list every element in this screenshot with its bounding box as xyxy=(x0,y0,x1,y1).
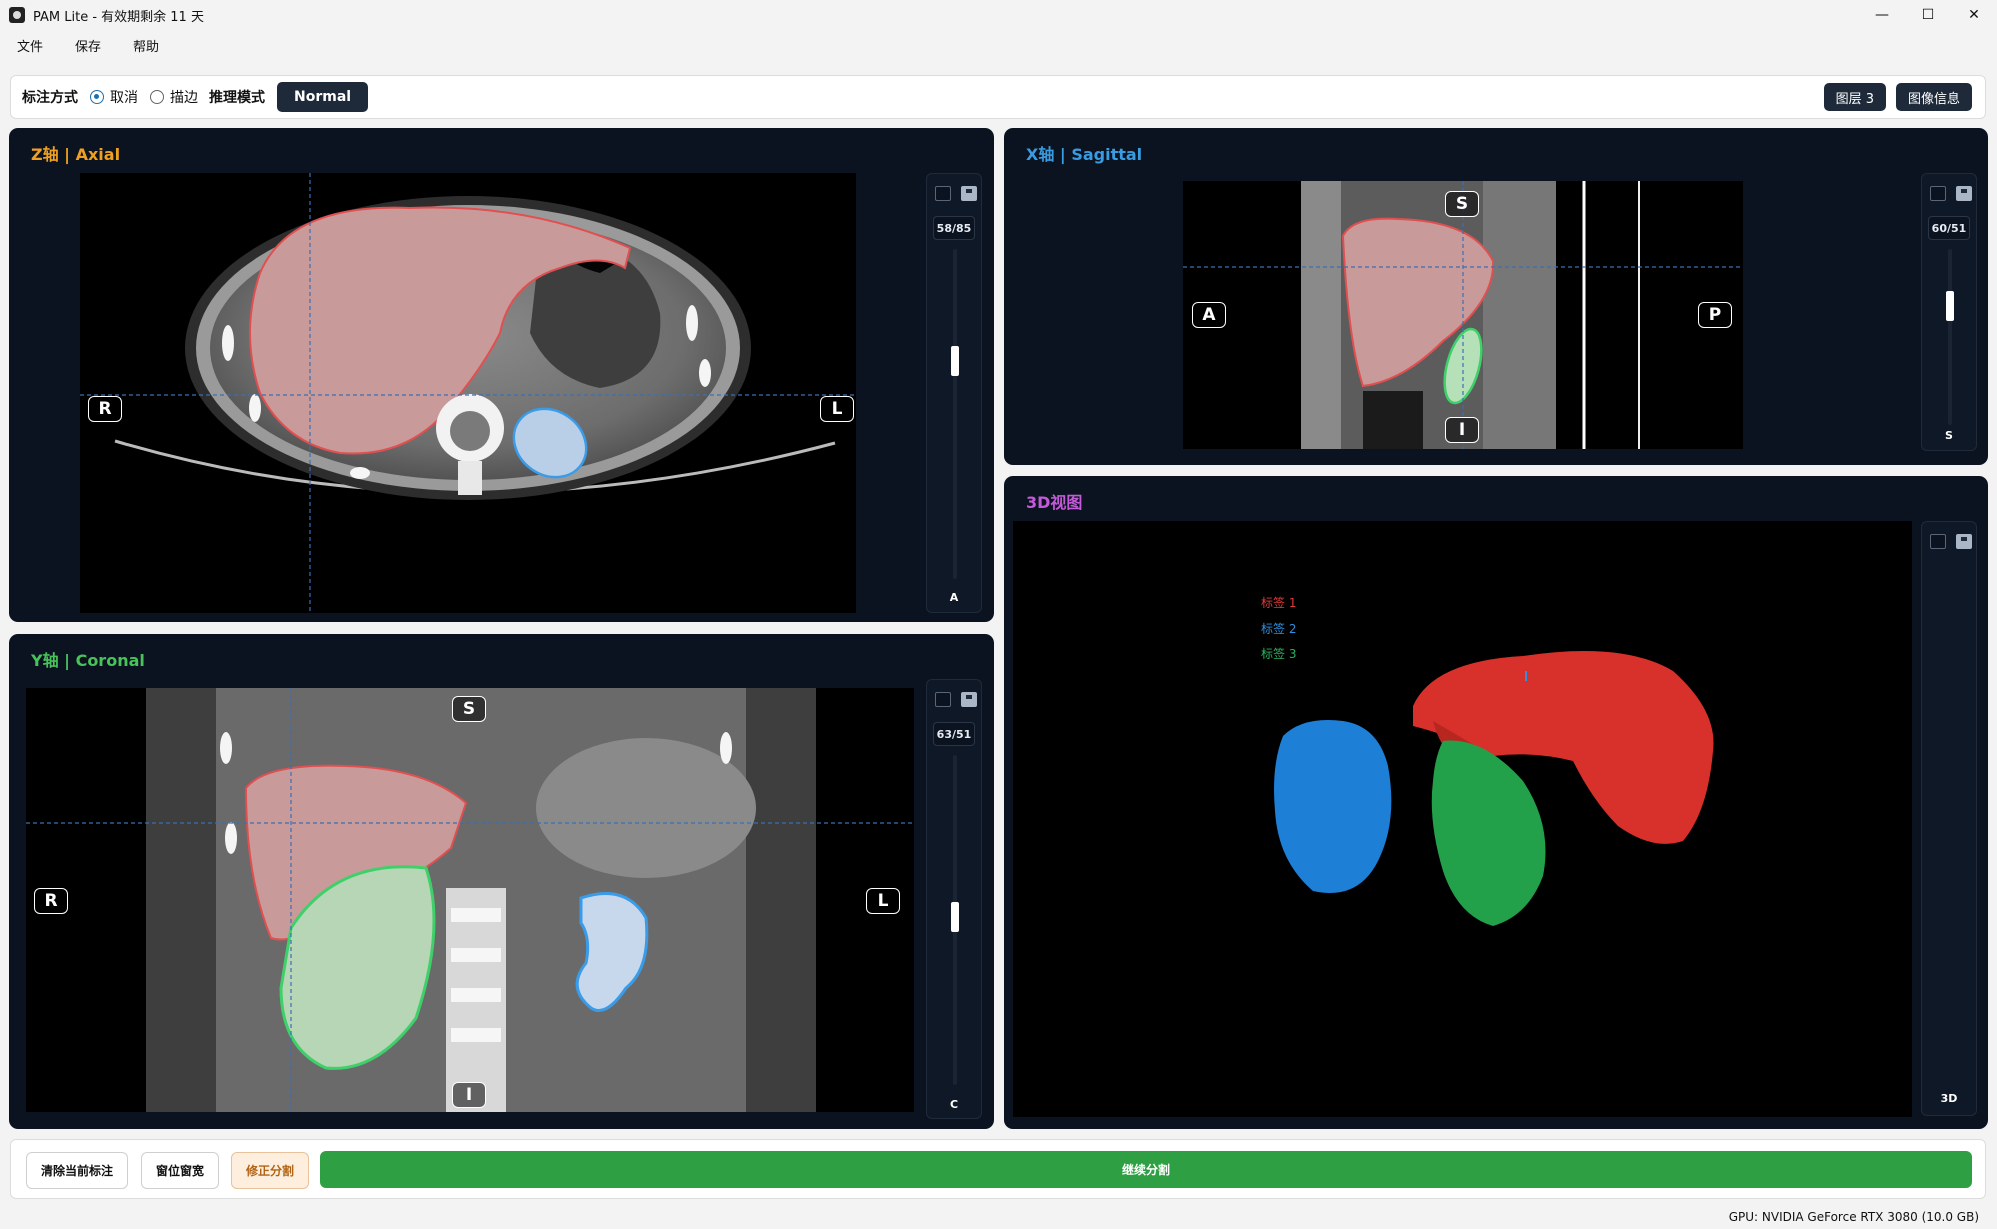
view3d-viewport[interactable]: 标签 1 标签 2 标签 3 xyxy=(1013,521,1912,1117)
close-icon[interactable]: ✕ xyxy=(1951,0,1997,30)
sagittal-axis-letter: S xyxy=(1945,429,1953,442)
orientation-right-label: P xyxy=(1698,302,1732,328)
toolbar: 标注方式 取消 描边 推理模式 Normal 图层 3 图像信息 xyxy=(10,75,1986,119)
inference-mode-label: 推理模式 xyxy=(209,90,265,106)
save-icon[interactable] xyxy=(1956,534,1972,549)
orientation-top-label: S xyxy=(1445,191,1479,217)
inference-mode-button[interactable]: Normal xyxy=(277,82,369,112)
axial-axis-letter: A xyxy=(949,591,959,604)
slider-track[interactable] xyxy=(1948,249,1952,425)
radio-unselected-icon xyxy=(150,90,164,104)
coronal-viewport[interactable]: R L S I xyxy=(26,688,914,1112)
annotation-mode-label: 标注方式 xyxy=(22,90,78,106)
axial-slice-slider[interactable]: 58/85 A xyxy=(926,173,982,613)
window-icon[interactable] xyxy=(1930,534,1946,549)
axial-viewport[interactable]: R L xyxy=(80,173,856,613)
legend-item-3: 标签 3 xyxy=(1261,647,1297,661)
menu-bar: 文件 保存 帮助 xyxy=(0,30,1997,60)
clear-annotation-button[interactable]: 清除当前标注 xyxy=(26,1152,128,1189)
sagittal-slice-slider[interactable]: 60/51 S xyxy=(1921,173,1977,451)
title-bar: PAM Lite - 有效期剩余 11 天 — ☐ ✕ xyxy=(0,0,1997,30)
slider-thumb[interactable] xyxy=(951,902,959,932)
menu-file[interactable]: 文件 xyxy=(6,36,54,55)
orientation-bottom-label: I xyxy=(452,1082,486,1108)
save-icon[interactable] xyxy=(961,692,977,707)
sagittal-ct-image xyxy=(1183,181,1743,449)
view3d-render xyxy=(1274,651,1714,926)
radio-outline[interactable]: 描边 xyxy=(150,87,198,107)
orientation-left-label: A xyxy=(1192,302,1226,328)
legend-item-1: 标签 1 xyxy=(1261,596,1297,610)
orientation-right-label: L xyxy=(866,888,900,914)
slider-thumb[interactable] xyxy=(1946,291,1954,321)
continue-segmentation-button[interactable]: 继续分割 xyxy=(320,1151,1972,1188)
legend-item-2: 标签 2 xyxy=(1261,622,1297,636)
layers-button[interactable]: 图层 3 xyxy=(1823,83,1886,111)
orientation-left-label: R xyxy=(34,888,68,914)
radio-selected-icon xyxy=(90,90,104,104)
axial-panel: Z轴 | Axial R L 58/85 A xyxy=(9,128,994,622)
radio-cancel[interactable]: 取消 xyxy=(90,87,138,107)
save-icon[interactable] xyxy=(961,186,977,201)
orientation-top-label: S xyxy=(452,696,486,722)
view3d-sidebar: 3D xyxy=(1921,521,1977,1116)
coronal-title: Y轴 | Coronal xyxy=(31,651,145,670)
window-icon[interactable] xyxy=(935,692,951,707)
axial-slice-count: 58/85 xyxy=(933,216,975,240)
minimize-icon[interactable]: — xyxy=(1859,0,1905,30)
orientation-bottom-label: I xyxy=(1445,417,1479,443)
sagittal-slice-count: 60/51 xyxy=(1928,216,1970,240)
view3d-axis-label: 3D xyxy=(1940,1092,1958,1105)
view3d-panel: 3D视图 标签 1 标签 2 标签 3 3D xyxy=(1004,476,1988,1129)
menu-help[interactable]: 帮助 xyxy=(122,36,170,55)
sagittal-title: X轴 | Sagittal xyxy=(1026,145,1143,164)
window-level-button[interactable]: 窗位窗宽 xyxy=(141,1152,219,1189)
slider-track[interactable] xyxy=(953,249,957,579)
window-icon[interactable] xyxy=(935,186,951,201)
coronal-panel: Y轴 | Coronal R L S I 63/51 C xyxy=(9,634,994,1129)
gpu-status: GPU: NVIDIA GeForce RTX 3080 (10.0 GB) xyxy=(1728,1210,1979,1224)
slider-thumb[interactable] xyxy=(951,346,959,376)
view3d-title: 3D视图 xyxy=(1026,493,1083,512)
menu-save[interactable]: 保存 xyxy=(64,36,112,55)
sagittal-viewport[interactable]: S I xyxy=(1183,181,1743,449)
window-title: PAM Lite - 有效期剩余 11 天 xyxy=(33,9,204,25)
axial-ct-image xyxy=(80,173,856,613)
axial-title: Z轴 | Axial xyxy=(31,145,121,164)
radio-cancel-label: 取消 xyxy=(110,90,138,106)
fix-segmentation-button[interactable]: 修正分割 xyxy=(231,1152,309,1189)
maximize-icon[interactable]: ☐ xyxy=(1905,0,1951,30)
coronal-slice-slider[interactable]: 63/51 C xyxy=(926,679,982,1119)
image-info-button[interactable]: 图像信息 xyxy=(1895,83,1972,111)
app-icon xyxy=(9,7,25,23)
coronal-axis-letter: C xyxy=(949,1098,959,1111)
action-bar: 清除当前标注 窗位窗宽 修正分割 继续分割 xyxy=(10,1139,1986,1199)
sagittal-panel: X轴 | Sagittal S I A P 60/51 S xyxy=(1004,128,1988,465)
orientation-left-label: R xyxy=(88,396,122,422)
coronal-ct-image xyxy=(26,688,914,1112)
radio-outline-label: 描边 xyxy=(170,90,198,106)
window-controls: — ☐ ✕ xyxy=(1859,0,1997,30)
save-icon[interactable] xyxy=(1956,186,1972,201)
orientation-right-label: L xyxy=(820,396,854,422)
window-icon[interactable] xyxy=(1930,186,1946,201)
coronal-slice-count: 63/51 xyxy=(933,722,975,746)
